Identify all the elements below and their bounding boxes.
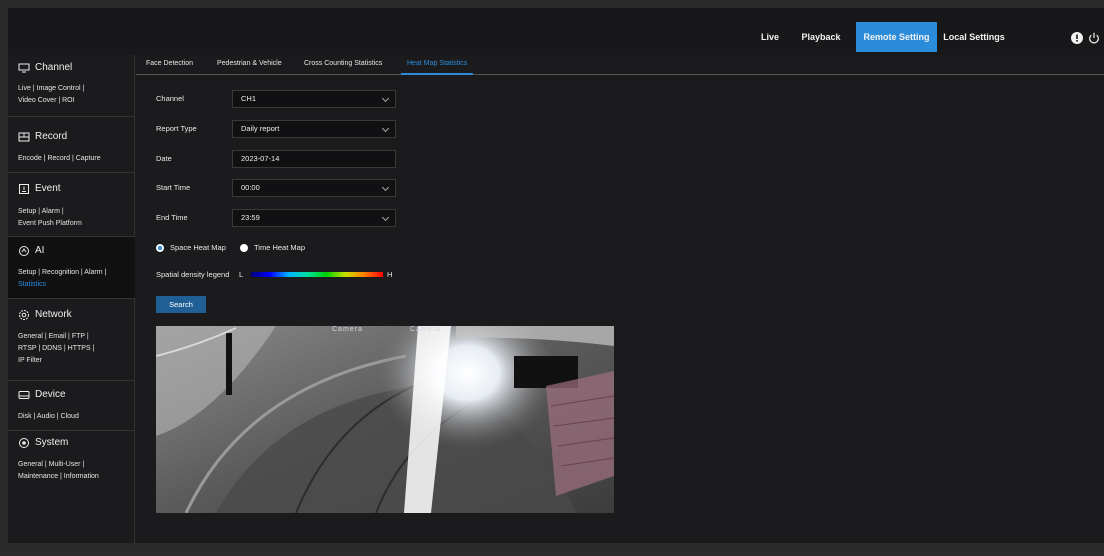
channel-value: CH1 bbox=[241, 94, 257, 103]
radio-unselected-icon bbox=[240, 243, 248, 252]
ai-links-statistics[interactable]: Statistics bbox=[18, 279, 106, 291]
chevron-down-icon bbox=[381, 183, 390, 192]
sidebar-section-ai: AI Setup | Recognition | Alarm | Statist… bbox=[8, 237, 135, 299]
network-icon bbox=[19, 310, 29, 320]
legend-high: H bbox=[387, 270, 393, 279]
sidebar-section-channel: Channel Live | Image Control | Video Cov… bbox=[8, 55, 135, 117]
nav-playback[interactable]: Playback bbox=[800, 22, 842, 52]
info-icon[interactable] bbox=[1071, 32, 1083, 44]
sidebar-item-ai[interactable]: AI bbox=[18, 243, 44, 259]
date-input[interactable]: 2023-07-14 bbox=[232, 150, 396, 168]
ai-icon bbox=[19, 246, 29, 256]
overlay-text-1: Camera bbox=[332, 326, 363, 333]
sidebar-section-system: System General | Multi-User | Maintenanc… bbox=[8, 431, 135, 543]
system-links-line2[interactable]: Maintenance | Information bbox=[18, 471, 99, 483]
tab-heat-map-statistics[interactable]: Heat Map Statistics bbox=[401, 55, 474, 75]
network-links-line1[interactable]: General | Email | FTP | bbox=[18, 331, 94, 343]
end-time-label: End Time bbox=[156, 213, 188, 222]
event-links-line2[interactable]: Event Push Platform bbox=[18, 218, 82, 230]
tab-face-detection[interactable]: Face Detection bbox=[146, 55, 193, 75]
power-icon[interactable] bbox=[1088, 32, 1100, 44]
system-links-line1[interactable]: General | Multi-User | bbox=[18, 459, 99, 471]
radio-time-heat-map[interactable]: Time Heat Map bbox=[240, 243, 305, 252]
sidebar-section-network: Network General | Email | FTP | RTSP | D… bbox=[8, 299, 135, 381]
density-legend-gradient bbox=[251, 272, 383, 277]
legend-label: Spatial density legend bbox=[156, 270, 230, 279]
sidebar-record-title: Record bbox=[35, 131, 68, 142]
event-icon bbox=[19, 184, 29, 194]
channel-links-line2[interactable]: Video Cover | ROI bbox=[18, 95, 84, 107]
sidebar-channel-title: Channel bbox=[35, 62, 73, 73]
start-time-value: 00:00 bbox=[241, 183, 260, 192]
sidebar-record-links[interactable]: Encode | Record | Capture bbox=[18, 153, 101, 165]
sidebar-item-system[interactable]: System bbox=[18, 435, 68, 451]
heat-map-image: Camera Camera bbox=[156, 326, 614, 513]
camera-snapshot bbox=[156, 326, 614, 513]
sidebar-item-event[interactable]: Event bbox=[18, 181, 61, 197]
app-window: Live Playback Remote Setting Local Setti… bbox=[8, 8, 1104, 543]
nav-remote-setting[interactable]: Remote Setting bbox=[856, 22, 937, 52]
sidebar-network-title: Network bbox=[35, 309, 72, 320]
end-time-value: 23:59 bbox=[241, 213, 260, 222]
record-links-line1[interactable]: Encode | Record | Capture bbox=[18, 153, 101, 165]
system-icon bbox=[19, 438, 29, 448]
end-time-select[interactable]: 23:59 bbox=[232, 209, 396, 227]
sidebar-item-channel[interactable]: Channel bbox=[18, 60, 72, 76]
sidebar-channel-links[interactable]: Live | Image Control | Video Cover | ROI bbox=[18, 83, 84, 107]
event-links-line1[interactable]: Setup | Alarm | bbox=[18, 206, 82, 218]
sidebar-section-record: Record Encode | Record | Capture bbox=[8, 117, 135, 173]
network-links-line3[interactable]: IP Filter bbox=[18, 355, 94, 367]
report-type-label: Report Type bbox=[156, 124, 197, 133]
network-links-line2[interactable]: RTSP | DDNS | HTTPS | bbox=[18, 343, 94, 355]
date-label: Date bbox=[156, 154, 172, 163]
record-icon bbox=[18, 132, 30, 142]
nav-local-settings[interactable]: Local Settings bbox=[940, 22, 1008, 52]
radio-time-label: Time Heat Map bbox=[254, 243, 305, 252]
channel-links-line1[interactable]: Live | Image Control | bbox=[18, 83, 84, 95]
tab-pedestrian-vehicle[interactable]: Pedestrian & Vehicle bbox=[217, 55, 282, 75]
sidebar-network-links[interactable]: General | Email | FTP | RTSP | DDNS | HT… bbox=[18, 331, 94, 367]
sidebar-ai-links[interactable]: Setup | Recognition | Alarm | Statistics bbox=[18, 267, 106, 291]
overlay-text-2: Camera bbox=[410, 326, 441, 333]
sidebar-system-title: System bbox=[35, 437, 69, 448]
device-icon bbox=[18, 391, 30, 399]
device-links-line1[interactable]: Disk | Audio | Cloud bbox=[18, 411, 79, 423]
sidebar-item-network[interactable]: Network bbox=[18, 307, 72, 323]
channel-label: Channel bbox=[156, 94, 184, 103]
radio-selected-icon bbox=[156, 243, 164, 252]
sidebar-ai-title: AI bbox=[35, 245, 45, 256]
channel-icon bbox=[18, 63, 30, 73]
channel-select[interactable]: CH1 bbox=[232, 90, 396, 108]
sidebar-device-title: Device bbox=[35, 389, 66, 400]
radio-space-label: Space Heat Map bbox=[170, 243, 226, 252]
sidebar-section-event: Event Setup | Alarm | Event Push Platfor… bbox=[8, 173, 135, 237]
report-type-select[interactable]: Daily report bbox=[232, 120, 396, 138]
chevron-down-icon bbox=[381, 124, 390, 133]
date-value: 2023-07-14 bbox=[241, 154, 280, 163]
sidebar-event-links[interactable]: Setup | Alarm | Event Push Platform bbox=[18, 206, 82, 230]
statistics-tabs: Face Detection Pedestrian & Vehicle Cros… bbox=[136, 55, 1104, 75]
settings-sidebar: Channel Live | Image Control | Video Cov… bbox=[8, 55, 135, 543]
report-type-value: Daily report bbox=[241, 124, 280, 133]
chevron-down-icon bbox=[381, 213, 390, 222]
sidebar-system-links[interactable]: General | Multi-User | Maintenance | Inf… bbox=[18, 459, 99, 483]
sidebar-device-links[interactable]: Disk | Audio | Cloud bbox=[18, 411, 79, 423]
sidebar-event-title: Event bbox=[35, 183, 61, 194]
ai-links-line1[interactable]: Setup | Recognition | Alarm | bbox=[18, 267, 106, 279]
chevron-down-icon bbox=[381, 94, 390, 103]
legend-low: L bbox=[239, 270, 244, 279]
sidebar-item-device[interactable]: Device bbox=[18, 387, 66, 403]
tab-cross-counting[interactable]: Cross Counting Statistics bbox=[304, 55, 382, 75]
sidebar-item-record[interactable]: Record bbox=[18, 129, 67, 145]
sidebar-section-device: Device Disk | Audio | Cloud bbox=[8, 381, 135, 431]
search-button[interactable]: Search bbox=[156, 296, 206, 313]
top-navigation-bar: Live Playback Remote Setting Local Setti… bbox=[8, 8, 1104, 55]
start-time-select[interactable]: 00:00 bbox=[232, 179, 396, 197]
nav-live[interactable]: Live bbox=[756, 22, 784, 52]
start-time-label: Start Time bbox=[156, 183, 191, 192]
main-content: Face Detection Pedestrian & Vehicle Cros… bbox=[136, 55, 1104, 543]
radio-space-heat-map[interactable]: Space Heat Map bbox=[156, 243, 226, 252]
